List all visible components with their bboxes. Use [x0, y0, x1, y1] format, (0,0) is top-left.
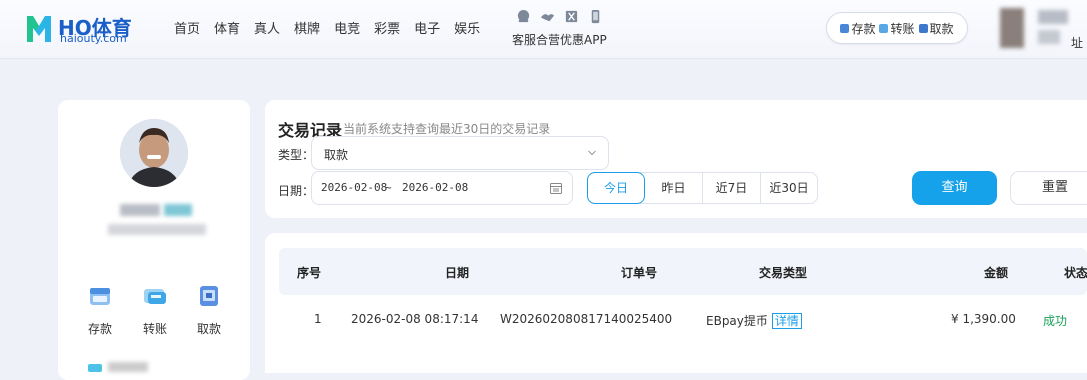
withdraw-icon — [200, 286, 218, 306]
profile-transfer-button[interactable]: 转账 — [135, 283, 175, 337]
logo-domain: haiouty.com — [60, 32, 127, 45]
chevron-down-icon — [588, 150, 596, 156]
fund-actions-pill: 存款 转账 取款 — [826, 12, 968, 44]
date-start[interactable]: 2026-02-08 — [321, 181, 387, 194]
promo-icon[interactable] — [564, 9, 579, 24]
user-address-text: 址 — [1071, 36, 1084, 50]
reset-button[interactable]: 重置 — [1010, 171, 1087, 205]
personal-info-icon — [88, 364, 102, 372]
type-select[interactable]: 取款 — [311, 136, 609, 170]
app-phone-icon[interactable] — [588, 9, 603, 24]
nav-item-esports[interactable]: 电竞 — [334, 18, 360, 37]
status-badge: 成功 — [1043, 314, 1068, 328]
avatar-image-icon — [120, 119, 188, 187]
cell-index: 1 — [314, 312, 322, 326]
col-order-no: 订单号 — [621, 266, 658, 280]
personal-info-label-blurred[interactable] — [108, 362, 148, 372]
service-label: 客服合营优惠APP — [512, 33, 607, 47]
table-header: 序号 日期 订单号 交易类型 金额 状态 — [279, 248, 1087, 295]
deposit-icon — [90, 288, 110, 305]
nav-item-sports[interactable]: 体育 — [214, 18, 240, 37]
query-button[interactable]: 查询 — [912, 171, 997, 205]
header-transfer-button[interactable]: 转账 — [879, 20, 915, 37]
cell-type: EBpay提币 详情 — [706, 312, 802, 329]
nav-item-slots[interactable]: 电子 — [414, 18, 440, 37]
username-blurred — [120, 204, 192, 217]
col-amount: 金额 — [984, 266, 1009, 280]
logo-mark-icon — [27, 16, 51, 42]
col-index: 序号 — [297, 266, 322, 280]
nav-item-lottery[interactable]: 彩票 — [374, 18, 400, 37]
calendar-icon[interactable] — [550, 182, 562, 194]
site-logo[interactable]: HO体育 haiouty.com — [24, 10, 164, 48]
customer-service-icon[interactable] — [516, 9, 531, 24]
profile-withdraw-button[interactable]: 取款 — [189, 283, 229, 337]
withdraw-icon — [918, 23, 928, 33]
cell-type-text: EBpay提币 — [706, 314, 768, 328]
range-7days-button[interactable]: 近7日 — [703, 173, 761, 203]
quick-range-group: 今日 昨日 近7日 近30日 — [587, 172, 818, 204]
cell-date: 2026-02-08 08:17:14 — [351, 312, 479, 326]
header-deposit-button[interactable]: 存款 — [840, 20, 875, 37]
profile-panel: 存款 转账 取款 — [58, 100, 250, 380]
records-table: 序号 日期 订单号 交易类型 金额 状态 1 2026-02-08 08:17:… — [265, 233, 1087, 373]
col-type: 交易类型 — [759, 266, 808, 280]
date-separator: ~ — [385, 181, 392, 194]
service-links[interactable]: 客服合营优惠APP — [510, 9, 610, 49]
user-level-blurred — [108, 224, 206, 237]
col-date: 日期 — [445, 266, 470, 280]
cell-order-no: W202602080817140025400 — [500, 312, 673, 326]
range-30days-button[interactable]: 近30日 — [761, 173, 817, 203]
col-status: 状态 — [1064, 266, 1087, 280]
deposit-icon — [840, 23, 850, 33]
nav-item-live[interactable]: 真人 — [254, 18, 280, 37]
nav-item-cards[interactable]: 棋牌 — [294, 18, 320, 37]
range-yesterday-button[interactable]: 昨日 — [645, 173, 703, 203]
detail-link[interactable]: 详情 — [771, 312, 802, 329]
range-today-button[interactable]: 今日 — [587, 172, 645, 204]
transfer-icon — [144, 289, 166, 304]
main-nav: 首页 体育 真人 棋牌 电竞 彩票 电子 娱乐 — [174, 18, 494, 37]
cell-amount: ¥ 1,390.00 — [951, 312, 1016, 326]
page-subtitle: 当前系统支持查询最近30日的交易记录 — [343, 122, 551, 136]
profile-deposit-button[interactable]: 存款 — [80, 283, 120, 337]
avatar — [120, 119, 188, 187]
filter-panel: 交易记录 当前系统支持查询最近30日的交易记录 类型： 取款 日期： 2026-… — [265, 100, 1087, 218]
header-withdraw-button[interactable]: 取款 — [918, 20, 954, 37]
date-label: 日期： — [278, 184, 315, 198]
type-select-value: 取款 — [324, 148, 349, 162]
type-label: 类型： — [278, 148, 315, 162]
nav-item-entertainment[interactable]: 娱乐 — [454, 18, 480, 37]
partner-icon[interactable] — [540, 9, 555, 24]
date-range-picker[interactable]: 2026-02-08 ~ 2026-02-08 — [311, 171, 573, 205]
nav-item-home[interactable]: 首页 — [174, 18, 200, 37]
transfer-icon — [879, 23, 889, 33]
date-end[interactable]: 2026-02-08 — [402, 181, 468, 194]
top-header: HO体育 haiouty.com 首页 体育 真人 棋牌 电竞 彩票 电子 娱乐… — [0, 0, 1087, 59]
